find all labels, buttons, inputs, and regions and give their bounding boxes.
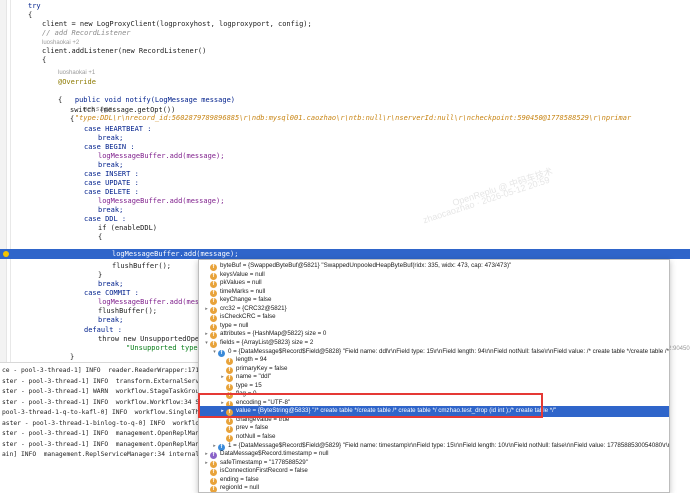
tree-row-text: regionId = null	[220, 484, 260, 492]
tree-row-text: fields = {ArrayList@5823} size = 2	[220, 338, 314, 346]
tree-row-text: name = "ddl"	[236, 373, 272, 381]
code-try: try	[28, 2, 41, 10]
breakpoint-icon[interactable]	[3, 251, 9, 257]
tree-row-text: isCheckCRC = false	[220, 313, 276, 321]
console-line: ster - pool-3-thread-1] WARN workflow.St…	[2, 388, 207, 395]
code-if-ddl: if (enableDDL)	[98, 224, 158, 232]
tree-row-text: keysValue = null	[220, 270, 265, 278]
code-listener-line: client.addListener(new RecordListener()	[42, 47, 207, 55]
console-panel[interactable]: ce - pool-3-thread-1] INFO reader.Reader…	[0, 362, 230, 492]
tree-row-text: timeMarks = null	[220, 287, 266, 295]
tree-row-text: 0 = {DataMessage$Record$Field@5828} "Fie…	[228, 347, 670, 355]
tree-row-text: pkValues = null	[220, 279, 262, 287]
code-unsupported-string: "Unsupported type:	[126, 344, 202, 352]
code-brace: {	[42, 56, 47, 64]
console-line: ster - pool-3-thread-1] INFO transform.E…	[2, 377, 211, 385]
notify-signature-text: public void notify(LogMessage message)	[74, 96, 236, 104]
author-hint[interactable]: luoshaokai +1	[58, 69, 95, 78]
code-flush: flushBuffer();	[98, 307, 158, 315]
watermark: zhaocaozhao · 2026-05-12 20:59	[421, 174, 551, 226]
code-exec-statement: logMessageBuffer.add(message);	[112, 250, 239, 258]
code-brace: {	[70, 115, 75, 123]
tree-row-text: DataMessage$Record.timestamp = null	[220, 450, 329, 458]
tree-row-text: prev = false	[236, 424, 269, 432]
console-line: aster - pool-3-thread-1-binlog-to-q-0] I…	[2, 419, 230, 427]
code-case-update: case UPDATE :	[84, 179, 139, 187]
tree-row-text: ending = false	[220, 475, 259, 483]
code-brace: {	[58, 96, 63, 104]
console-line: ain] INFO management.ReplServiceManager:…	[2, 451, 211, 458]
console-line: ster - pool-3-thread-1] INFO management.…	[2, 440, 207, 448]
code-break: break;	[98, 206, 124, 214]
tree-row-text: type = 15	[236, 381, 262, 389]
code-switch: switch (message.getOpt())	[70, 106, 176, 114]
tree-row-text: isConnectionFirstRecord = false	[220, 467, 308, 475]
code-case-commit: case COMMIT :	[84, 289, 139, 297]
tree-row[interactable]: f regionId = null	[199, 483, 669, 492]
tree-row-text: 1 = {DataMessage$Record$Field@5829} "Fie…	[228, 441, 670, 449]
code-brace: {	[98, 233, 103, 241]
code-brace: {	[28, 11, 33, 19]
code-flush: flushBuffer();	[112, 262, 172, 270]
highlight-box	[198, 393, 543, 418]
tree-row-text: notNull = false	[236, 433, 276, 440]
code-break: break;	[98, 161, 124, 169]
tree-row-text: type = null	[220, 321, 249, 329]
tree-row-text: safeTimestamp = "1778588529"	[220, 458, 308, 466]
indent-guide	[10, 0, 11, 365]
code-break: break;	[98, 280, 124, 288]
code-add: logMessageBuffer.add(message);	[98, 197, 225, 205]
field-icon: f	[210, 486, 217, 492]
tree-row-text: byteBuf = {SwappedByteBuf@5821} "Swapped…	[220, 262, 512, 269]
current-execution-line[interactable]: logMessageBuffer.add(message);	[0, 249, 690, 259]
tree-row-text: length = 94	[236, 356, 267, 364]
code-override: @Override	[58, 78, 96, 86]
code-add: logMessageBuffer.add(messa	[98, 298, 208, 306]
code-case-heartbeat: case HEARTBEAT :	[84, 125, 152, 133]
code-throw: throw new UnsupportedOpera	[98, 335, 208, 343]
console-line: ster - pool-3-thread-1] INFO management.…	[2, 430, 203, 437]
code-comment: // add RecordListener	[42, 29, 131, 37]
editor-gutter[interactable]	[0, 0, 7, 365]
console-line: ce - pool-3-thread-1] INFO reader.Reader…	[2, 367, 200, 374]
code-brace: }	[70, 353, 75, 361]
tree-row-text: crc32 = {CRC32@5821}	[220, 304, 287, 312]
code-brace: }	[98, 271, 103, 279]
code-case-ddl: case DDL :	[84, 215, 127, 223]
tree-row-text: keyChange = false	[220, 296, 272, 304]
code-add: logMessageBuffer.add(message);	[98, 152, 225, 160]
console-line: pool-3-thread-1-q-to-kafl-0] INFO workfl…	[2, 409, 211, 416]
code-break: break;	[98, 316, 124, 324]
debugger-variables-popup[interactable]: f byteBuf = {SwappedByteBuf@5821} "Swappe…	[198, 259, 670, 493]
inline-value-text[interactable]: "type:DDL\r\nrecord_id:5602879789896885\…	[75, 114, 631, 122]
code-case-insert: case INSERT :	[84, 170, 139, 178]
code-default: default :	[84, 326, 122, 334]
code-case-delete: case DELETE :	[84, 188, 139, 196]
console-line: ster - pool-3-thread-1] INFO workflow.Wo…	[2, 398, 207, 406]
code-break: break;	[98, 134, 124, 142]
tree-row-text: attributes = {HashMap@5822} size = 0	[220, 330, 327, 338]
code-case-begin: case BEGIN :	[84, 143, 135, 151]
side-hint-text: 2:90450	[668, 346, 690, 352]
code-client-line: client = new LogProxyClient(logproxyhost…	[42, 20, 312, 28]
tree-row-text: primaryKey = false	[236, 364, 288, 372]
